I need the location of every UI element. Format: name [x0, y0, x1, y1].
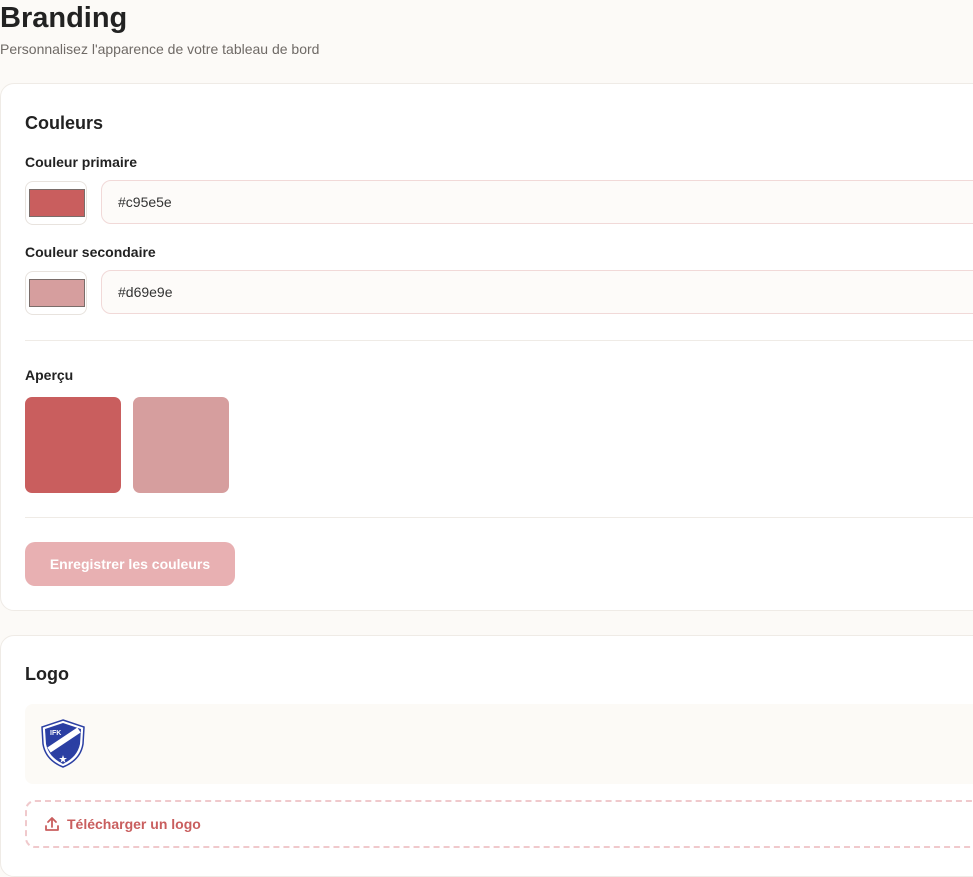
secondary-color-swatch: [29, 279, 85, 307]
colors-section-title: Couleurs: [25, 113, 104, 133]
secondary-color-input[interactable]: #d69e9e: [101, 270, 973, 314]
primary-color-input[interactable]: #c95e5e: [101, 180, 973, 224]
upload-logo-label: Télécharger un logo: [67, 816, 201, 832]
page-title: Branding: [0, 2, 128, 34]
preview-primary-swatch: [25, 397, 121, 493]
colors-card: Couleurs Couleur primaire #c95e5e Couleu…: [0, 83, 973, 611]
page-subtitle: Personnalisez l'apparence de votre table…: [0, 41, 320, 57]
preview-secondary-swatch: [133, 397, 229, 493]
logo-text-top: IFK: [50, 730, 61, 737]
primary-color-picker[interactable]: [25, 181, 87, 225]
primary-color-label: Couleur primaire: [25, 154, 138, 170]
club-logo: IFK SKÖVDE: [41, 719, 85, 768]
upload-icon: [45, 817, 59, 831]
logo-preview-box: IFK SKÖVDE: [25, 704, 973, 784]
upload-logo-button[interactable]: Télécharger un logo: [25, 800, 973, 848]
secondary-color-label: Couleur secondaire: [25, 244, 156, 260]
divider: [25, 517, 973, 518]
logo-card: Logo IFK SKÖVDE Télécharger un logo: [0, 635, 973, 877]
logo-section-title: Logo: [25, 664, 69, 684]
primary-color-swatch: [29, 189, 85, 217]
save-colors-button[interactable]: Enregistrer les couleurs: [25, 542, 235, 586]
preview-label: Aperçu: [25, 367, 74, 383]
secondary-color-picker[interactable]: [25, 271, 87, 315]
divider: [25, 340, 973, 341]
